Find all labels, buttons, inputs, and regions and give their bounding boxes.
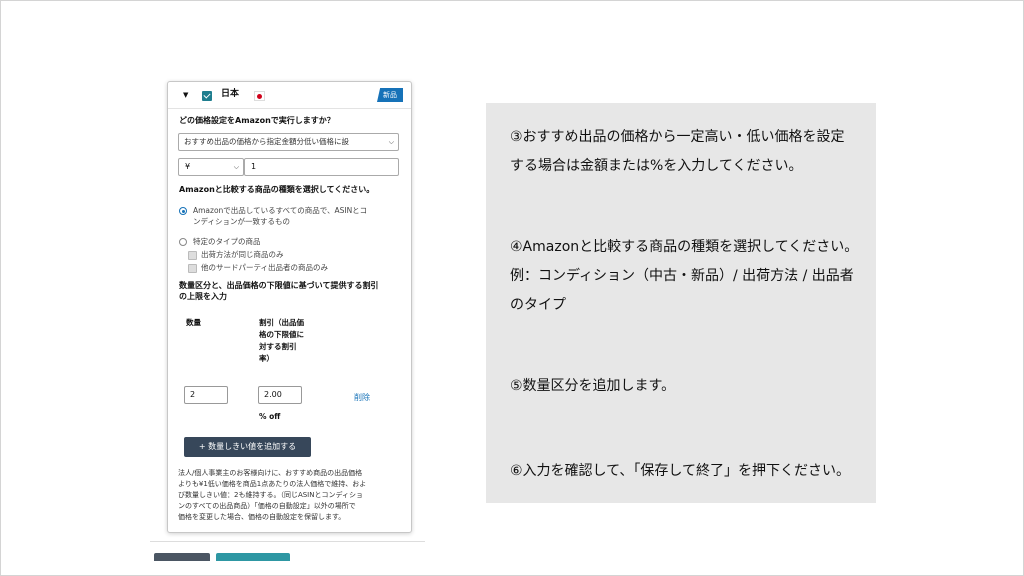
instruction-step3-line1: ③おすすめ出品の価格から一定高い・低い価格を設定 — [510, 129, 845, 145]
instruction-step3-line2: する場合は金額または%を入力してください。 — [510, 158, 803, 174]
summary-footnote: 法人/個人事業主のお客様向けに、おすすめ商品の出品価格 よりも¥1低い価格を商品… — [178, 468, 403, 523]
radio-specific-type[interactable] — [179, 238, 187, 246]
footnote-line: 法人/個人事業主のお客様向けに、おすすめ商品の出品価格 — [178, 469, 363, 477]
currency-select-value: ¥ — [185, 162, 191, 171]
footnote-line: ンのすべての出品商品）「価格の自動設定」以外の場所で — [178, 502, 356, 510]
country-checkbox[interactable] — [202, 91, 212, 101]
compare-heading: Amazonと比較する商品の種類を選択してください。 — [179, 185, 375, 194]
panel-header: ▼ 日本 新品 — [168, 82, 411, 109]
tier-quantity-input[interactable]: 2 — [184, 386, 228, 404]
column-quantity: 数量 — [186, 318, 201, 327]
radio-all-products-label-line1: Amazonで出品しているすべての商品で、ASINとコ — [193, 206, 368, 215]
radio-specific-type-label: 特定のタイプの商品 — [193, 237, 261, 246]
delete-tier-link[interactable]: 削除 — [354, 392, 370, 403]
instruction-step6: ⑥入力を確認して、「保存して終了」を押下ください。 — [510, 463, 851, 479]
footnote-line: 価格を変更した場合、価格の自動設定を保留します。 — [178, 513, 346, 521]
instruction-step4-line2: 例：コンディション（中古・新品）/ 出荷方法 / 出品者 — [510, 268, 854, 284]
chevron-down-icon: ⌵ — [388, 138, 394, 146]
currency-select[interactable]: ¥ ⌵ — [178, 158, 244, 176]
price-rule-select-value: おすすめ出品の価格から指定金額分低い価格に設 — [184, 137, 349, 146]
radio-all-products[interactable] — [179, 207, 187, 215]
collapse-caret-icon[interactable]: ▼ — [183, 90, 188, 101]
tier-heading-line1: 数量区分と、出品価格の下限値に基づいて提供する割引 — [179, 281, 379, 290]
price-rule-select[interactable]: おすすめ出品の価格から指定金額分低い価格に設 ⌵ — [178, 133, 399, 151]
instruction-step4-line1: ④Amazonと比較する商品の種類を選択してください。 — [510, 239, 859, 255]
tier-heading-line2: の上限を入力 — [179, 292, 227, 301]
instruction-box: ③おすすめ出品の価格から一定高い・低い価格を設定 する場合は金額または%を入力し… — [486, 103, 876, 503]
column-discount-line: 割引（出品価 — [259, 318, 304, 327]
pricing-rule-panel: ▼ 日本 新品 どの価格設定をAmazonで実行しますか？ おすすめ出品の価格か… — [167, 81, 412, 533]
price-rule-question: どの価格設定をAmazonで実行しますか？ — [179, 116, 335, 125]
same-fulfillment-label: 出荷方法が同じ商品のみ — [201, 250, 284, 259]
instruction-step4-line3: のタイプ — [510, 297, 566, 313]
cancel-button-cutoff[interactable] — [154, 553, 210, 561]
column-discount-line: 率） — [259, 354, 274, 363]
tier-discount-input[interactable]: 2.00 — [258, 386, 302, 404]
country-label: 日本 — [221, 89, 240, 99]
column-discount: 割引（出品価 格の下限値に 対する割引 率） — [259, 317, 304, 365]
chevron-down-icon: ⌵ — [233, 163, 239, 171]
same-fulfillment-checkbox[interactable] — [188, 251, 197, 260]
condition-badge: 新品 — [377, 88, 403, 102]
column-discount-line: 格の下限値に — [259, 330, 304, 339]
footnote-line: よりも¥1低い価格を商品1点あたりの法人価格で維持、およ — [178, 480, 367, 488]
footnote-line: び数量しきい値：2も維持する。（同じASINとコンディショ — [178, 491, 363, 499]
divider — [150, 541, 425, 542]
add-quantity-threshold-button[interactable]: + 数量しきい値を追加する — [184, 437, 311, 457]
percent-off-label: % off — [259, 412, 281, 421]
column-discount-line: 対する割引 — [259, 342, 297, 351]
save-and-finish-button-cutoff[interactable] — [216, 553, 290, 561]
third-party-checkbox[interactable] — [188, 264, 197, 273]
third-party-label: 他のサードパーティ出品者の商品のみ — [201, 263, 329, 272]
instruction-step5: ⑤数量区分を追加します。 — [510, 378, 676, 394]
amount-input[interactable]: 1 — [244, 158, 399, 176]
japan-flag-icon — [254, 91, 265, 101]
radio-all-products-label-line2: ンディションが一致するもの — [193, 217, 290, 226]
